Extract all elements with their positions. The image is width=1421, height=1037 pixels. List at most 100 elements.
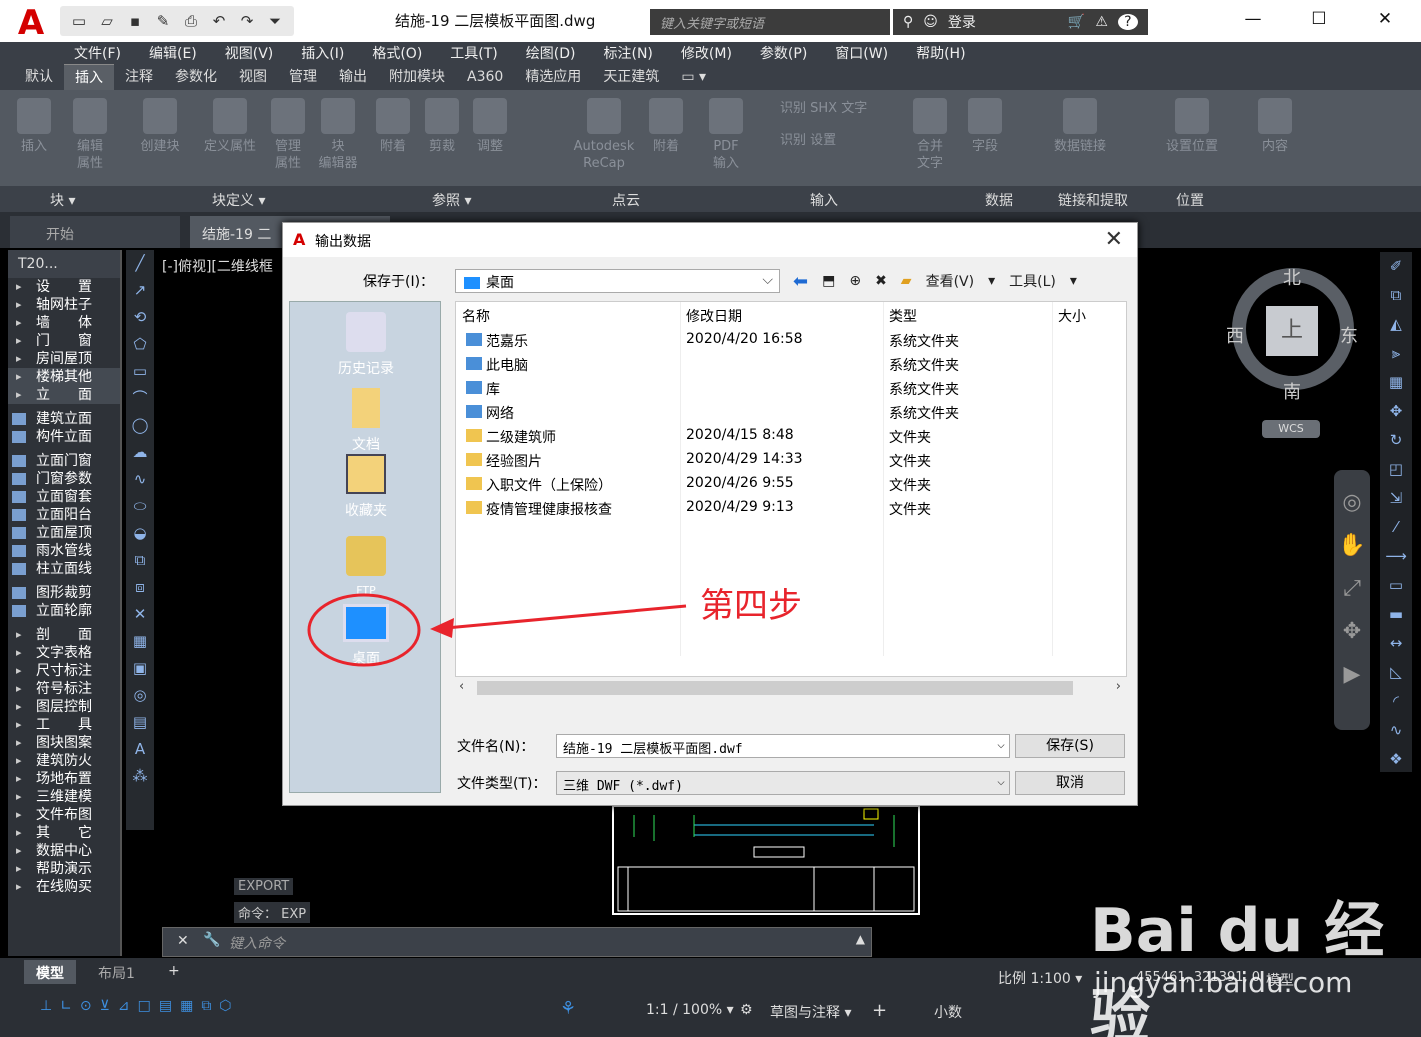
filename-input[interactable]: 结施-19 二层模板平面图.dwf ⌵ [556,734,1010,758]
rectangle-icon[interactable]: ▭ [126,358,154,385]
annotation-scale-icon[interactable]: ⚘ [560,998,576,1019]
exchange-icon[interactable]: ⚠ [1095,14,1108,30]
spline-icon[interactable]: ∿ [126,466,154,493]
chamfer-icon[interactable]: ◺ [1380,658,1412,687]
table-row[interactable]: 此电脑 系统文件夹 [456,352,1128,376]
t20-item[interactable]: 立面屋顶 [8,524,120,542]
minimize-icon[interactable]: — [1220,0,1286,38]
stretch-icon[interactable]: ⇲ [1380,484,1412,513]
ribbon-tab-4[interactable]: 视图 [228,64,278,90]
tools-chevron-icon[interactable]: ▾ [1070,273,1077,289]
circle-icon[interactable]: ◯ [126,412,154,439]
panel-title-2[interactable]: 参照 ▾ [432,190,471,210]
user-icon[interactable]: ☺ [923,14,938,30]
ribbon-tab-7[interactable]: 附加模块 [378,64,456,90]
compass-south[interactable]: 南 [1283,378,1301,404]
menu-item-1[interactable]: 编辑(E) [149,43,197,63]
new-folder-icon[interactable]: ▰ [901,273,912,289]
zoom-icon[interactable]: ⤢ [1334,576,1370,601]
table-row[interactable]: 范嘉乐 2020/4/20 16:58 系统文件夹 [456,328,1128,352]
region-icon[interactable]: ◎ [126,682,154,709]
back-icon[interactable]: ⬅ [793,271,808,292]
blend-icon[interactable]: ∿ [1380,716,1412,745]
save-in-select[interactable]: 桌面 ⌵ [455,269,780,293]
t20-item[interactable]: 图层控制 [8,698,120,716]
menu-item-5[interactable]: 工具(T) [450,43,497,63]
erase-icon[interactable]: ✐ [1380,252,1412,281]
t20-item[interactable]: 门窗参数 [8,470,120,488]
t20-item[interactable]: 立面门窗 [8,452,120,470]
join-icon[interactable]: ↔ [1380,629,1412,658]
ribbon-btn-insert[interactable]: 插入 [2,98,66,155]
menu-item-11[interactable]: 帮助(H) [916,43,965,63]
t20-item[interactable]: 墙 体 [8,314,120,332]
search-input[interactable]: 键入关键字或短语 [650,9,890,35]
extend-icon[interactable]: ⟶ [1380,542,1412,571]
polygon-icon[interactable]: ⬠ [126,331,154,358]
print-icon[interactable]: ⎙ [180,10,202,32]
ribbon-tab-10[interactable]: 天正建筑 [592,64,670,90]
ribbon-btn-define-attr[interactable]: 定义属性 [198,98,262,155]
ribbon-btn-pdf-import[interactable]: PDF 输入 [694,98,758,172]
ribbon-btn-attach2[interactable]: 附着 [634,98,698,155]
t20-item[interactable]: 图块图案 [8,734,120,752]
ribbon-toggle-icon[interactable]: ▭ ▾ [670,64,717,90]
ribbon-small-0[interactable]: 识别 SHX 文字 [780,100,867,117]
scale-status[interactable]: 比例 1:100 ▾ [998,968,1082,988]
panel-title-5[interactable]: 数据 [985,190,1013,210]
menu-item-0[interactable]: 文件(F) [74,43,121,63]
saveas-icon[interactable]: ✎ [152,10,174,32]
t20-item[interactable]: 尺寸标注 [8,662,120,680]
filename-chevron-icon[interactable]: ⌵ [997,737,1005,752]
ribbon-tab-3[interactable]: 参数化 [164,64,228,90]
break-at-icon[interactable]: ▬ [1380,600,1412,629]
ribbon-tab-9[interactable]: 精选应用 [514,64,592,90]
mtext-icon[interactable]: A [126,736,154,763]
view-cube-top[interactable]: 上 [1266,306,1318,356]
menu-item-4[interactable]: 格式(O) [372,43,422,63]
cloud-icon[interactable]: ☁ [126,439,154,466]
t20-item[interactable]: 文件布图 [8,806,120,824]
login-link[interactable]: 登录 [948,12,1058,32]
units-status[interactable]: 小数 [934,1002,962,1022]
menu-item-8[interactable]: 修改(M) [681,43,732,63]
t20-item[interactable]: 设 置 [8,278,120,296]
break-icon[interactable]: ▭ [1380,571,1412,600]
ribbon-btn-data-link[interactable]: 数据链接 [1048,98,1112,155]
ribbon-btn-content[interactable]: 内容 [1243,98,1307,155]
t20-item[interactable]: 轴网柱子 [8,296,120,314]
arc-icon[interactable]: ⌒ [126,385,154,412]
compass-east[interactable]: 东 [1340,322,1358,348]
ribbon-btn-adjust[interactable]: 调整 [458,98,522,155]
up-folder-icon[interactable]: ⬒ [822,273,835,289]
fillet-icon[interactable]: ◜ [1380,687,1412,716]
t20-item[interactable]: 文字表格 [8,644,120,662]
place-favorites[interactable]: 收藏夹 [290,454,442,520]
maximize-icon[interactable]: ☐ [1286,0,1352,38]
save-button[interactable]: 保存(S) [1015,734,1125,758]
add-selected-icon[interactable]: ⁂ [126,763,154,790]
search-web-icon[interactable]: ⊕ [849,273,861,289]
snap-toggles[interactable]: ⊥∟⊙⊻⊿□▤▦⧉⬡ [40,998,240,1014]
t20-item[interactable]: 工 具 [8,716,120,734]
menu-item-10[interactable]: 窗口(W) [835,43,888,63]
polyline-icon[interactable]: ⟲ [126,304,154,331]
place-documents[interactable]: 文档 [290,388,442,454]
autocad-logo[interactable]: A [8,4,54,42]
steering-wheel-icon[interactable]: ◎ [1334,490,1370,515]
t20-item[interactable]: 在线购买 [8,878,120,896]
customize-icon[interactable]: 🔧 [203,932,220,948]
t20-item[interactable]: 数据中心 [8,842,120,860]
tab-start[interactable]: 开始 [10,216,180,248]
insert-block-icon[interactable]: ⧉ [126,547,154,574]
t20-item[interactable]: 帮助演示 [8,860,120,878]
redo-icon[interactable]: ↷ [236,10,258,32]
delete-icon[interactable]: ✖ [875,273,887,289]
tab-model[interactable]: 模型 [24,960,76,984]
t20-item[interactable]: 立面轮廓 [8,602,120,620]
menu-item-7[interactable]: 标注(N) [604,43,653,63]
open-icon[interactable]: ▱ [96,10,118,32]
wcs-menu[interactable]: WCS [1262,420,1320,438]
col-date[interactable]: 修改日期 [686,306,742,326]
t20-item[interactable]: 建筑立面 [8,410,120,428]
